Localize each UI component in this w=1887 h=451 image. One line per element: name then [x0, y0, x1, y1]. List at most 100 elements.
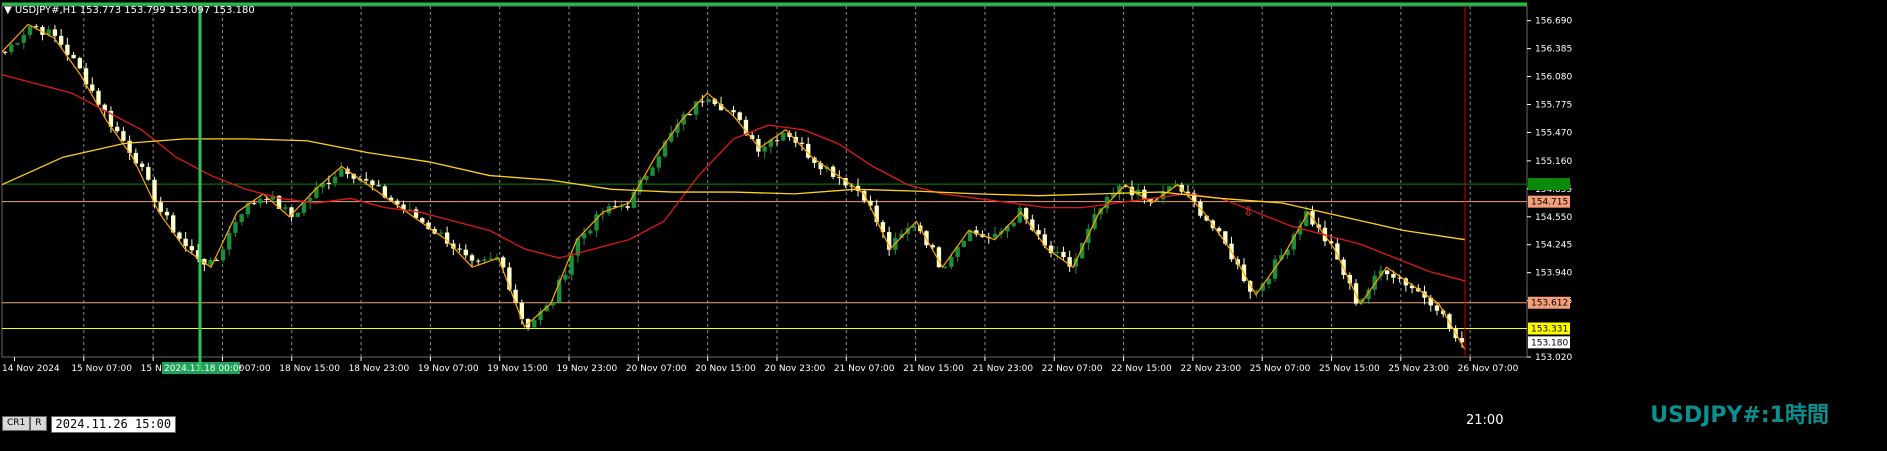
time-label: 21 Nov 07:00	[834, 364, 895, 374]
plot-frame	[1, 5, 1528, 358]
r-button[interactable]: R	[30, 416, 47, 431]
price-tag-label: 154.907	[1531, 180, 1568, 190]
candle-body	[650, 167, 655, 176]
time-label: 26 Nov 07:00	[1458, 364, 1519, 374]
candle-body	[1434, 305, 1440, 311]
price-tag-label: 153.612	[1531, 299, 1568, 309]
time-label: 22 Nov 15:00	[1111, 364, 1172, 374]
price-tick-label: 153.020	[1535, 353, 1572, 363]
candle-body	[164, 211, 170, 216]
candle-body	[2, 51, 8, 53]
candle-body	[438, 232, 444, 234]
price-tag-label: 153.331	[1531, 324, 1568, 334]
time-label: 25 Nov 23:00	[1388, 364, 1449, 374]
time-label: 19 Nov 07:00	[418, 364, 479, 374]
time-label: 21 Nov 23:00	[972, 364, 1033, 374]
candle-body	[96, 90, 101, 105]
candle-body	[339, 168, 344, 177]
moving-averages	[1, 23, 1466, 350]
candle-body	[1385, 270, 1390, 275]
time-label: 22 Nov 07:00	[1042, 364, 1103, 374]
candle-body	[90, 84, 95, 91]
candle-body	[177, 232, 182, 239]
candle-body	[1055, 251, 1060, 254]
menu-triangle-icon[interactable]: ▼	[4, 5, 15, 16]
candle-body	[469, 255, 475, 261]
candle-body	[121, 131, 126, 141]
zigzag-line	[1, 23, 1466, 350]
candle-body	[183, 238, 188, 247]
candle-body	[781, 132, 786, 141]
candle-body	[114, 126, 120, 132]
candle-body	[563, 274, 568, 280]
price-axis: 156.690 156.385 156.080 155.775 155.470 155.1…	[1527, 17, 1572, 363]
candle-body	[27, 26, 33, 35]
time-label: 18 Nov 15:00	[279, 364, 340, 374]
candle-body	[774, 140, 780, 142]
candle-body	[214, 259, 219, 261]
candle-body	[364, 179, 369, 181]
candle-body	[77, 58, 82, 69]
candle-body	[762, 146, 767, 152]
price-tick-label: 156.385	[1535, 45, 1572, 55]
time-highlight-label: 2024.11.18 00:00	[164, 364, 245, 374]
bar-timer: 21:00	[1466, 413, 1504, 428]
symbol-watermark: USDJPY#:1時間	[1650, 403, 1829, 428]
price-tick-label: 155.775	[1535, 101, 1572, 111]
time-label: 19 Nov 15:00	[487, 364, 548, 374]
candle-body	[700, 101, 705, 103]
candle-body	[239, 214, 244, 223]
candle-body	[488, 258, 493, 260]
candle-body	[283, 207, 288, 209]
time-label: 20 Nov 23:00	[765, 364, 826, 374]
candle-body	[942, 266, 948, 268]
candle-body	[476, 260, 481, 262]
time-axis: 14 Nov 2024 15 Nov 07:00 15 Nov 18 Nov 07:0…	[2, 357, 1519, 374]
candle-body	[139, 163, 145, 167]
candle-body	[1011, 222, 1016, 226]
candle-body	[961, 241, 967, 247]
candle-body	[58, 35, 64, 45]
time-label: 14 Nov 2024	[2, 364, 60, 374]
price-tick-label: 155.160	[1535, 157, 1572, 167]
candle-body	[532, 320, 537, 328]
candle-body	[332, 176, 338, 184]
candle-body	[71, 54, 76, 59]
candle-body	[656, 156, 661, 168]
candle-body	[625, 206, 630, 208]
candle-body	[1391, 274, 1396, 278]
candle-body	[731, 110, 736, 113]
cr1-button[interactable]: CR1	[2, 416, 31, 431]
candle-body	[370, 180, 375, 186]
price-tick-label: 156.690	[1535, 17, 1572, 27]
candle-body	[463, 249, 468, 256]
price-tick-label: 154.550	[1535, 213, 1572, 223]
candle-body	[52, 29, 58, 36]
candle-body	[1061, 251, 1066, 258]
chart-canvas[interactable]: 156.690 156.385 156.080 155.775 155.470 155.1…	[0, 0, 1887, 451]
candle-body	[34, 26, 39, 28]
candle-body	[588, 230, 593, 234]
candle-body	[146, 166, 151, 180]
time-label: 21 Nov 15:00	[903, 364, 964, 374]
time-label: 15 Nov 07:00	[71, 364, 132, 374]
candle-body	[482, 259, 487, 261]
price-tick-label: 155.470	[1535, 128, 1572, 138]
price-tick-label: 154.245	[1535, 241, 1572, 251]
time-label: 22 Nov 23:00	[1180, 364, 1241, 374]
candle-body	[220, 249, 226, 261]
horizontal-levels[interactable]	[2, 183, 1527, 329]
candle-body	[1036, 230, 1041, 235]
candle-body	[15, 42, 20, 45]
candle-body	[457, 248, 462, 250]
candle-body	[949, 256, 954, 267]
time-label: 19 Nov 23:00	[557, 364, 618, 374]
candle-body	[21, 34, 26, 43]
candle-body	[9, 44, 14, 52]
candle-body	[295, 212, 300, 217]
datetime-field[interactable]: 2024.11.26 15:00	[50, 416, 177, 433]
candle-body	[227, 232, 232, 250]
candle-body	[264, 198, 269, 200]
time-label: 25 Nov 07:00	[1250, 364, 1311, 374]
time-label: 20 Nov 15:00	[695, 364, 756, 374]
